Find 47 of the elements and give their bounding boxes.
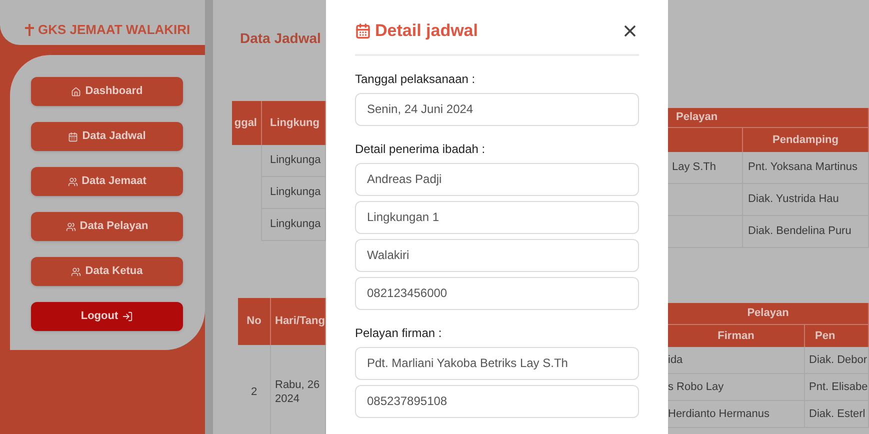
nav-button[interactable]: Data Jadwal — [31, 122, 183, 151]
field-label: Pelayan firman : — [355, 324, 443, 342]
table-cell: Diak. Esterl — [805, 401, 869, 428]
column-header: Pendamping — [743, 128, 869, 152]
column-header: No — [238, 298, 271, 345]
logout-button[interactable]: Logout — [31, 302, 183, 331]
column-header: Hari/Tang — [271, 298, 326, 345]
text-field[interactable]: Andreas Padji — [355, 162, 639, 196]
nav-icon — [71, 266, 82, 276]
sidebar-title: GKS JEMAAT WALAKIRI — [25, 20, 190, 40]
text-field[interactable]: 082123456000 — [355, 276, 639, 310]
nav-button[interactable]: Data Ketua — [31, 257, 183, 286]
table-cell: Diak. Bendelina Puru — [743, 216, 869, 248]
logout-icon — [122, 311, 134, 322]
field-label: Tanggal pelaksanaan : — [355, 70, 476, 88]
column-header: Firman — [668, 325, 805, 347]
nav-icon — [71, 86, 82, 96]
table-cell: s Robo Lay — [668, 374, 805, 401]
table-cell: Pnt. Elisabe — [805, 374, 869, 401]
nav-icon — [66, 222, 76, 232]
text-field[interactable]: Pdt. Marliani Yakoba Betriks Lay S.Th — [355, 346, 639, 380]
column-header: Pen — [805, 325, 869, 347]
column-header: Lingkung — [262, 101, 326, 145]
table-cell: Lay S.Th — [668, 152, 743, 184]
page-title: Data Jadwal — [240, 29, 322, 48]
text-field[interactable]: Walakiri — [355, 238, 639, 272]
nav-icon — [68, 176, 78, 186]
nav-button[interactable]: Data Jemaat — [31, 167, 183, 196]
modal-title: Detail jadwal — [355, 18, 478, 44]
nav-button[interactable]: Dashboard — [31, 77, 183, 106]
table-cell: Diak. Debor — [805, 347, 869, 374]
table-cell: ida — [668, 347, 805, 374]
text-field[interactable]: 085237895108 — [355, 384, 639, 418]
text-field[interactable]: Lingkungan 1 — [355, 200, 639, 234]
group-header: Pelayan — [668, 303, 869, 325]
table-cell: 2 — [238, 345, 271, 434]
cross-icon — [25, 24, 34, 36]
calendar-icon — [355, 22, 371, 39]
nav-icon — [68, 132, 78, 142]
table-cell: Diak. Yustrida Hau — [743, 184, 869, 216]
table-cell: Pnt. Yoksana Martinus — [743, 152, 869, 184]
field-label: Detail penerima ibadah : — [355, 140, 486, 158]
text-field[interactable]: Senin, 24 Juni 2024 — [355, 92, 639, 126]
nav-button[interactable]: Data Pelayan — [31, 212, 183, 241]
table-cell: Herdianto Hermanus — [668, 401, 805, 428]
column-header: ggal — [232, 101, 262, 145]
group-header: Pelayan — [668, 108, 869, 128]
